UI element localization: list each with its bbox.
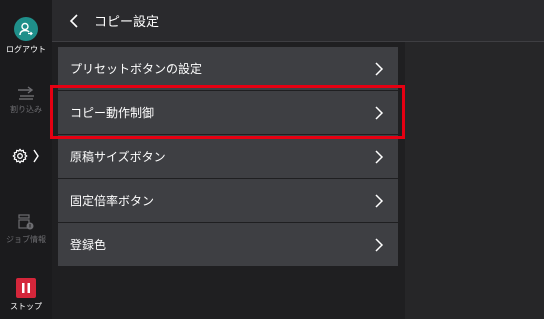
page-title: コピー設定 — [94, 15, 160, 30]
menu-item-label: 固定倍率ボタン — [70, 194, 155, 208]
menu-item-fixed-ratio-buttons[interactable]: 固定倍率ボタン — [58, 179, 398, 222]
stop-label: ストップ — [10, 302, 42, 311]
chevron-right-icon — [375, 193, 384, 208]
header: コピー設定 — [52, 0, 544, 42]
interrupt-button[interactable]: 割り込み — [0, 85, 52, 115]
settings-button[interactable] — [0, 148, 52, 164]
menu-item-original-size-buttons[interactable]: 原稿サイズボタン — [58, 135, 398, 178]
menu-item-label: 原稿サイズボタン — [70, 150, 166, 164]
job-info-label: ジョブ情報 — [6, 235, 46, 244]
logout-label: ログアウト — [6, 45, 46, 54]
back-chevron-icon — [69, 13, 78, 28]
stop-button[interactable]: ストップ — [0, 278, 52, 312]
gear-icon — [12, 148, 28, 164]
chevron-right-icon — [375, 149, 384, 164]
interrupt-icon — [18, 86, 34, 100]
chevron-right-icon — [375, 237, 384, 252]
pause-icon — [16, 278, 36, 298]
sidebar: ログアウト 割り込み ジョブ情報 ストップ — [0, 0, 52, 319]
menu-item-label: 登録色 — [70, 238, 107, 252]
chevron-right-icon — [375, 61, 384, 76]
menu-item-label: コピー動作制御 — [70, 106, 155, 120]
menu-item-preset-buttons[interactable]: プリセットボタンの設定 — [58, 47, 398, 90]
menu-item-copy-operation-control[interactable]: コピー動作制御 — [58, 91, 398, 134]
settings-menu: プリセットボタンの設定 コピー動作制御 原稿サイズボタン 固定倍率ボタン 登録色 — [58, 47, 398, 267]
menu-item-label: プリセットボタンの設定 — [70, 62, 203, 76]
menu-item-registered-colors[interactable]: 登録色 — [58, 223, 398, 266]
back-button[interactable] — [56, 0, 92, 41]
right-panel — [405, 42, 544, 319]
user-icon — [14, 17, 38, 41]
interrupt-label: 割り込み — [10, 105, 42, 114]
chevron-right-icon — [375, 105, 384, 120]
job-info-button[interactable]: ジョブ情報 — [0, 213, 52, 245]
chevron-right-icon — [33, 149, 39, 163]
job-info-icon — [18, 214, 34, 230]
logout-button[interactable]: ログアウト — [0, 17, 52, 55]
